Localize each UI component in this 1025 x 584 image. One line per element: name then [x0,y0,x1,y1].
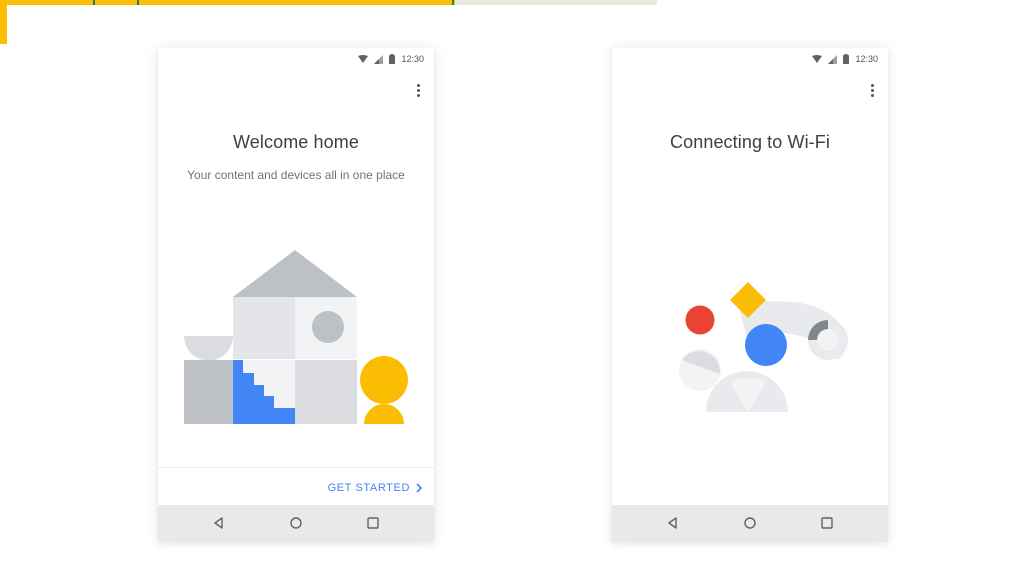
house-block [295,360,357,424]
home-icon[interactable] [288,515,304,531]
status-time: 12:30 [855,54,878,64]
wifi-icon [358,54,369,63]
bowl-shape [184,336,233,361]
page-title: Connecting to Wi-Fi [670,132,830,152]
battery-icon [843,54,850,64]
house-roof [233,250,357,297]
red-circle [685,305,715,335]
house-window-circle [312,311,344,343]
navigation-bar [612,505,888,542]
blue-circle [745,324,787,366]
signal-icon [374,54,384,64]
yellow-figure-head [360,356,408,404]
home-illustration [184,250,408,424]
strip-divider [452,0,454,5]
back-icon[interactable] [211,515,227,531]
page-subtitle: Your content and devices all in one plac… [187,168,405,182]
battery-icon [389,54,396,64]
recents-icon[interactable] [365,515,381,531]
get-started-button[interactable]: GET STARTED [328,479,422,497]
top-decorative-strip [0,0,1025,44]
status-bar: 12:30 [158,48,434,70]
signal-icon [828,54,838,64]
yellow-strip [0,0,455,5]
strip-divider [137,0,139,5]
status-time: 12:30 [401,54,424,64]
house-block [184,360,233,424]
get-started-label: GET STARTED [327,482,410,494]
house-block [233,297,295,359]
home-icon[interactable] [742,515,758,531]
phone-connecting-screen: 12:30 Connecting to Wi-Fi [612,48,888,542]
more-vert-icon[interactable] [866,81,878,99]
beige-strip [455,0,657,5]
yellow-corner [0,0,7,44]
status-bar: 12:30 [612,48,888,70]
connecting-illustration [679,282,848,412]
recents-icon[interactable] [819,515,835,531]
phone-welcome-screen: 12:30 Welcome home Your content and devi… [158,48,434,542]
page-title: Welcome home [233,132,359,152]
wifi-icon [812,54,823,63]
strip-divider [93,0,95,5]
right-disk-inner [817,329,839,351]
chevron-right-icon [416,483,422,493]
yellow-figure-body [364,404,404,424]
cta-bar: GET STARTED [158,467,434,506]
back-icon[interactable] [665,515,681,531]
navigation-bar [158,505,434,542]
more-vert-icon[interactable] [412,81,424,99]
